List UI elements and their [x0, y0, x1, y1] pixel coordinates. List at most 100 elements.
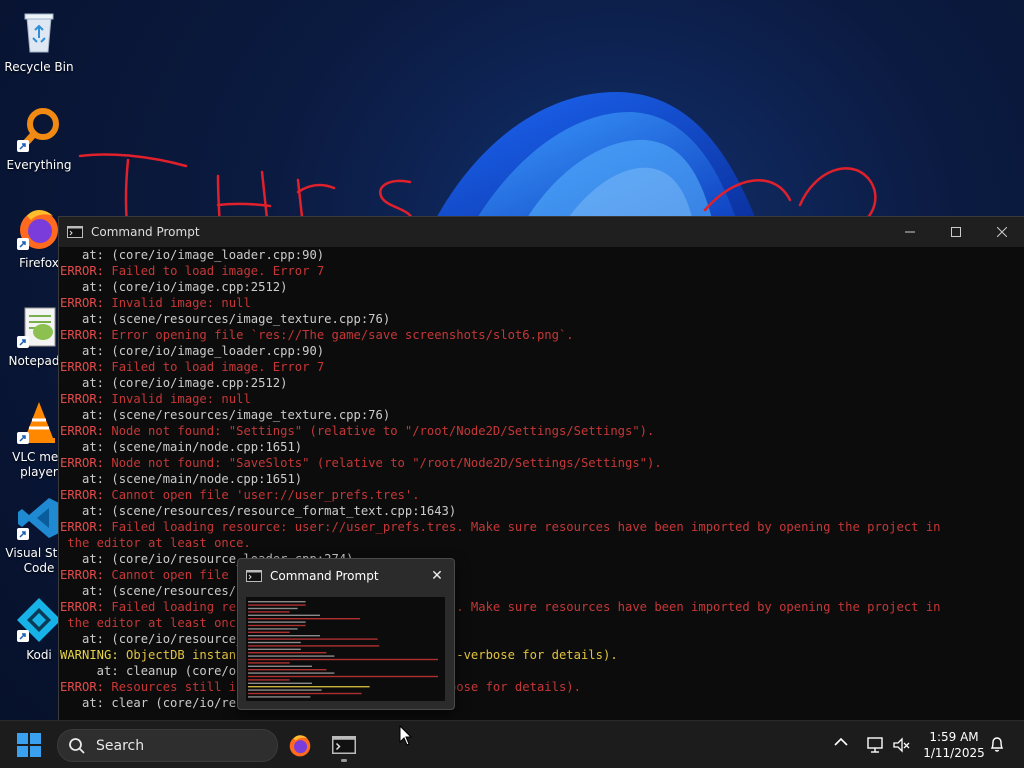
- shortcut-arrow-icon: [17, 336, 29, 348]
- close-button[interactable]: [979, 217, 1024, 247]
- cmd-app-icon: [332, 736, 356, 754]
- console-line: at: cleanup (core/object/object.cpp:2284…: [60, 663, 1024, 679]
- thumbnail-line: [248, 672, 335, 674]
- thumbnail-line: [248, 692, 362, 695]
- thumbnail-line: [248, 655, 335, 657]
- console-line: ERROR: Cannot open file 'user://user_pre…: [60, 567, 1024, 583]
- search-label: Search: [96, 737, 145, 754]
- console-trace-text: at: (core/io/image_loader.cpp:90): [60, 344, 325, 358]
- shortcut-arrow-icon: [17, 238, 29, 250]
- console-line: ERROR: Error opening file `res://The gam…: [60, 327, 1024, 343]
- console-line: at: (scene/resources/resource_format_tex…: [60, 503, 1024, 519]
- network-status-button[interactable]: [866, 736, 886, 758]
- taskbar-command-prompt[interactable]: [326, 727, 362, 763]
- console-trace-text: at: (scene/resources/image_texture.cpp:7…: [60, 312, 391, 326]
- desktop-icon-recycle-bin[interactable]: Recycle Bin: [0, 8, 78, 75]
- window-titlebar[interactable]: Command Prompt: [59, 217, 1024, 247]
- thumbnail-line: [248, 631, 290, 633]
- preview-close-button[interactable]: ✕: [420, 568, 454, 584]
- notifications-button[interactable]: [988, 735, 1006, 757]
- console-trace-text: at: (scene/resources/image_texture.cpp:7…: [60, 408, 391, 422]
- shortcut-arrow-icon: [17, 528, 29, 540]
- thumbnail-line: [248, 652, 327, 654]
- console-line: at: (scene/main/node.cpp:1651): [60, 439, 1024, 455]
- thumbnail-line: [248, 645, 380, 647]
- clock-date: 1/11/2025: [923, 746, 985, 760]
- console-message-text: Failed to load image. Error 7: [104, 360, 325, 374]
- console-line: the editor at least once.: [60, 535, 1024, 551]
- console-line: at: (core/io/image_loader.cpp:90): [60, 247, 1024, 263]
- taskbar-search-box[interactable]: Search: [57, 729, 278, 762]
- console-error-tag: ERROR:: [60, 328, 105, 342]
- thumbnail-line: [248, 689, 322, 691]
- shortcut-arrow-icon: [17, 630, 29, 642]
- running-indicator: [341, 759, 347, 762]
- maximize-icon: [951, 227, 961, 237]
- console-line: ERROR: Failed to load image. Error 7: [60, 359, 1024, 375]
- wallpaper-bloom: [430, 91, 760, 230]
- taskbar: Search 1:59 AM 1/11/2025: [0, 720, 1024, 768]
- thumbnail-line: [248, 624, 306, 627]
- windows-logo-icon: [17, 733, 41, 757]
- preview-title: Command Prompt: [270, 569, 379, 583]
- console-message-text: Failed loading resource: user://user_pre…: [104, 600, 941, 614]
- console-line: ERROR: Invalid image: null: [60, 391, 1024, 407]
- volume-button[interactable]: [892, 736, 912, 758]
- console-trace-text: at: (scene/resources/resource_format_tex…: [60, 504, 457, 518]
- console-trace-text: at: (scene/main/node.cpp:1651): [60, 440, 303, 454]
- recycle-bin-icon: [15, 8, 63, 56]
- thumbnail-line: [248, 628, 298, 630]
- console-line: ERROR: Failed loading resource: user://u…: [60, 599, 1024, 615]
- console-line: ERROR: Node not found: "Settings" (relat…: [60, 423, 1024, 439]
- console-message-text: Failed to load image. Error 7: [104, 264, 325, 278]
- console-line: at: (scene/resources/image_texture.cpp:7…: [60, 311, 1024, 327]
- console-message-text: Node not found: "SaveSlots" (relative to…: [104, 456, 662, 470]
- console-error-tag: ERROR:: [60, 264, 105, 278]
- console-output[interactable]: at: (core/io/image_loader.cpp:90) ERROR: …: [59, 247, 1024, 717]
- console-line: ERROR: Failed loading resource: user://u…: [60, 519, 1024, 535]
- show-hidden-icons-button[interactable]: [834, 735, 848, 751]
- console-warning-tag: WARNING:: [60, 648, 119, 662]
- minimize-button[interactable]: [887, 217, 933, 247]
- desktop-icon-everything[interactable]: Everything: [0, 106, 78, 173]
- everything-icon: [15, 106, 63, 154]
- thumbnail-line: [248, 611, 290, 613]
- command-prompt-window[interactable]: Command Prompt at: (core/io/image_loader…: [58, 216, 1024, 721]
- console-line: WARNING: ObjectDB instances leaked at ex…: [60, 647, 1024, 663]
- console-trace-text: at: (core/io/image.cpp:2512): [60, 280, 288, 294]
- console-error-tag: ERROR:: [60, 360, 105, 374]
- shortcut-arrow-icon: [17, 140, 29, 152]
- taskbar-clock[interactable]: 1:59 AM 1/11/2025: [916, 729, 992, 761]
- taskbar-firefox[interactable]: [282, 727, 318, 763]
- console-error-tag: ERROR:: [60, 296, 105, 310]
- console-message-text: Invalid image: null: [104, 296, 251, 310]
- chevron-up-icon: [834, 737, 848, 746]
- minimize-icon: [905, 231, 915, 233]
- taskbar-thumbnail-preview[interactable]: Command Prompt ✕: [237, 558, 455, 710]
- cmd-app-icon: [246, 570, 262, 582]
- thumbnail-line: [248, 601, 306, 603]
- notepad-plus-plus-icon: [15, 302, 63, 350]
- bell-icon: [990, 737, 1004, 752]
- thumbnail-line: [248, 665, 312, 667]
- preview-header: Command Prompt ✕: [238, 559, 454, 593]
- thumbnail-line: [248, 614, 320, 616]
- vlc-icon: [15, 398, 63, 446]
- start-button[interactable]: [16, 732, 48, 758]
- maximize-button[interactable]: [933, 217, 979, 247]
- desktop-icon-label: Everything: [6, 158, 72, 172]
- preview-thumbnail[interactable]: [246, 597, 445, 701]
- console-message-text: Invalid image: null: [104, 392, 251, 406]
- console-line: at: (core/io/image.cpp:2512): [60, 279, 1024, 295]
- desktop: Recycle Bin Everything Firefox Notepad+ …: [0, 0, 1024, 768]
- console-line: at: (scene/resources/resource_format_tex…: [60, 583, 1024, 599]
- console-message-text: Node not found: "Settings" (relative to …: [104, 424, 655, 438]
- cmd-app-icon: [67, 226, 83, 238]
- console-error-tag: ERROR:: [60, 456, 105, 470]
- console-error-tag: ERROR:: [60, 680, 105, 694]
- console-line: at: (scene/main/node.cpp:1651): [60, 471, 1024, 487]
- console-line: the editor at least once.: [60, 615, 1024, 631]
- network-icon: [867, 737, 883, 753]
- console-line: ERROR: Cannot open file 'user://user_pre…: [60, 487, 1024, 503]
- thumbnail-line: [248, 635, 320, 637]
